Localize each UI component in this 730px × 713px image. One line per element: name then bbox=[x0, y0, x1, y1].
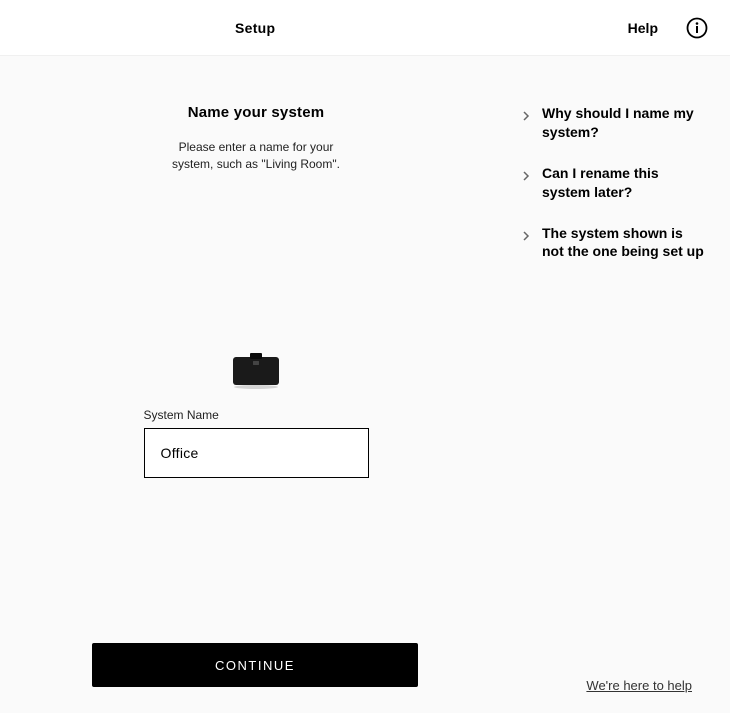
faq-item-wrong-system[interactable]: The system shown is not the one being se… bbox=[522, 224, 704, 262]
footer-help-link[interactable]: We're here to help bbox=[586, 678, 692, 693]
subtitle-line1: Please enter a name for your bbox=[179, 140, 334, 154]
faq-sidebar: Why should I name my system? Can I renam… bbox=[512, 104, 730, 713]
faq-text: Why should I name my system? bbox=[542, 104, 704, 142]
chevron-right-icon bbox=[522, 168, 530, 186]
page-title: Name your system bbox=[188, 104, 325, 121]
speaker-icon bbox=[229, 353, 283, 394]
system-name-label: System Name bbox=[144, 408, 369, 422]
faq-item-rename-later[interactable]: Can I rename this system later? bbox=[522, 164, 704, 202]
header-right: Help bbox=[628, 17, 708, 39]
subtitle-line2: system, such as "Living Room". bbox=[172, 157, 340, 171]
app-body: Name your system Please enter a name for… bbox=[0, 56, 730, 713]
device-area: System Name bbox=[144, 353, 369, 478]
continue-button[interactable]: CONTINUE bbox=[92, 643, 418, 687]
page-subtitle: Please enter a name for your system, suc… bbox=[172, 139, 340, 173]
app-header: Setup Help bbox=[0, 0, 730, 56]
faq-text: Can I rename this system later? bbox=[542, 164, 704, 202]
main-column: Name your system Please enter a name for… bbox=[0, 104, 512, 713]
faq-item-why-name[interactable]: Why should I name my system? bbox=[522, 104, 704, 142]
faq-text: The system shown is not the one being se… bbox=[542, 224, 704, 262]
header-title: Setup bbox=[235, 20, 275, 36]
chevron-right-icon bbox=[522, 108, 530, 126]
help-link[interactable]: Help bbox=[628, 20, 658, 36]
chevron-right-icon bbox=[522, 228, 530, 246]
info-icon[interactable] bbox=[686, 17, 708, 39]
system-name-input[interactable] bbox=[144, 428, 369, 478]
